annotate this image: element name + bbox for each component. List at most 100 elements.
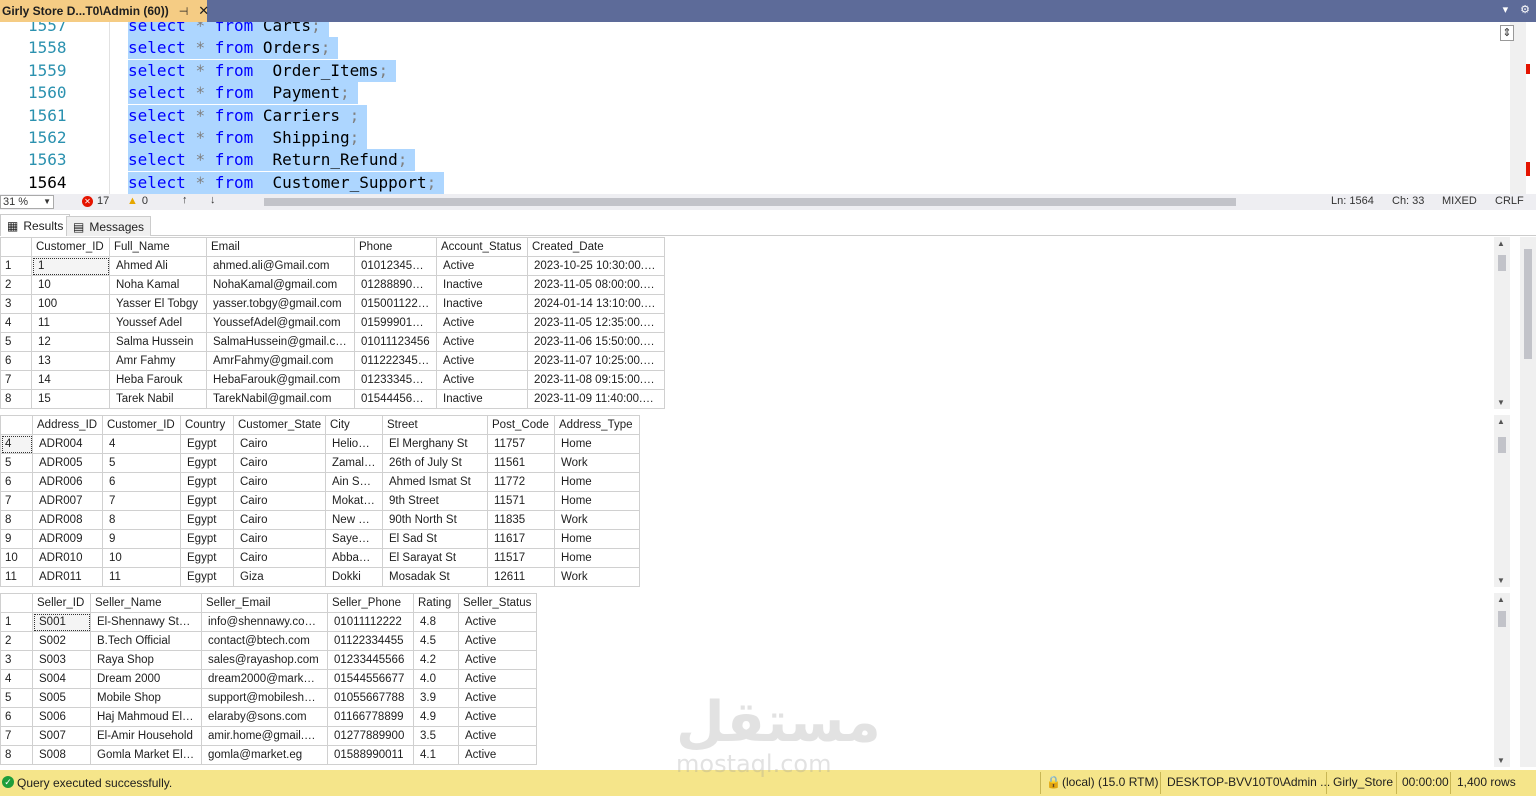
row-number[interactable]: 2 xyxy=(0,275,32,295)
chevron-down-icon[interactable]: ▼ xyxy=(1497,398,1505,407)
table-row[interactable]: 9 ADR009 9 Egypt Cairo Sayeda... El Sad St 1161… xyxy=(0,529,640,549)
column-header[interactable]: Customer_ID xyxy=(102,415,181,435)
row-number[interactable]: 6 xyxy=(0,472,33,492)
table-cell[interactable]: Active xyxy=(436,313,528,333)
row-number[interactable]: 4 xyxy=(0,313,32,333)
table-cell[interactable]: 11 xyxy=(102,567,181,587)
gear-icon[interactable]: ⚙ xyxy=(1520,3,1530,16)
table-row[interactable]: 5 12 Salma Hussein SalmaHussein@gmail.com 01… xyxy=(0,332,665,352)
results-pane-scrollbar[interactable] xyxy=(1520,237,1536,767)
query-tab[interactable]: Girly Store D...T0\Admin (60)) ⊣ ✕ xyxy=(0,0,209,22)
column-header[interactable]: Address_ID xyxy=(32,415,103,435)
table-cell[interactable]: 01233345678 xyxy=(354,370,437,390)
table-cell[interactable]: dream2000@market.c... xyxy=(201,669,328,689)
table-cell[interactable]: 12 xyxy=(31,332,110,352)
table-cell[interactable]: 01544456789 xyxy=(354,389,437,409)
result-grid-customers[interactable]: Customer_ID Full_Name Email Phone Account_St… xyxy=(0,237,1510,409)
row-number[interactable]: 1 xyxy=(0,256,32,276)
table-cell[interactable]: Home xyxy=(554,472,640,492)
warning-count[interactable]: ▲ 0 xyxy=(127,195,148,207)
table-cell[interactable]: 11757 xyxy=(487,434,555,454)
table-cell[interactable]: ahmed.ali@Gmail.com xyxy=(206,256,355,276)
table-row[interactable]: 10 ADR010 10 Egypt Cairo Abbase... El Sarayat … xyxy=(0,548,640,568)
table-cell[interactable]: 01500112200 xyxy=(354,294,437,314)
row-number[interactable]: 5 xyxy=(0,332,32,352)
table-row[interactable]: 6 S006 Haj Mahmoud El-... elaraby@sons.com 0… xyxy=(0,707,537,727)
table-cell[interactable]: S007 xyxy=(32,726,91,746)
column-header[interactable]: Email xyxy=(206,237,355,257)
table-cell[interactable]: 11517 xyxy=(487,548,555,568)
table-cell[interactable]: Active xyxy=(436,332,528,352)
table-cell[interactable]: 4.0 xyxy=(413,669,459,689)
table-cell[interactable]: ADR004 xyxy=(32,434,103,454)
row-number[interactable]: 3 xyxy=(0,294,32,314)
table-cell[interactable]: Dokki xyxy=(325,567,383,587)
table-cell[interactable]: 9 xyxy=(102,529,181,549)
table-cell[interactable]: Active xyxy=(458,745,537,765)
error-count[interactable]: ✕ 17 xyxy=(82,195,109,207)
table-cell[interactable]: Egypt xyxy=(180,491,234,511)
row-number[interactable]: 6 xyxy=(0,351,32,371)
row-number[interactable]: 6 xyxy=(0,707,33,727)
table-cell[interactable]: 2023-11-05 08:00:00.000 xyxy=(527,275,665,295)
table-cell[interactable]: Youssef Adel xyxy=(109,313,207,333)
table-cell[interactable]: Cairo xyxy=(233,510,326,530)
table-cell[interactable]: S006 xyxy=(32,707,91,727)
table-cell[interactable]: 4 xyxy=(102,434,181,454)
table-cell[interactable]: 2023-11-08 09:15:00.000 xyxy=(527,370,665,390)
table-cell[interactable]: Mobile Shop xyxy=(90,688,202,708)
table-row[interactable]: 4 S004 Dream 2000 dream2000@market.c... 0154… xyxy=(0,669,537,689)
column-header[interactable]: Seller_Phone xyxy=(327,593,414,613)
grid-vertical-scrollbar[interactable]: ▲ ▼ xyxy=(1494,593,1510,767)
table-cell[interactable]: Giza xyxy=(233,567,326,587)
table-cell[interactable]: Home xyxy=(554,529,640,549)
table-cell[interactable]: TarekNabil@gmail.com xyxy=(206,389,355,409)
table-cell[interactable]: 11571 xyxy=(487,491,555,511)
row-number[interactable]: 5 xyxy=(0,453,33,473)
result-grid-addresses[interactable]: Address_ID Customer_ID Country Customer_Sta… xyxy=(0,415,1510,587)
table-cell[interactable]: Egypt xyxy=(180,548,234,568)
table-cell[interactable]: 4.1 xyxy=(413,745,459,765)
row-number[interactable]: 11 xyxy=(0,567,33,587)
table-cell[interactable]: Cairo xyxy=(233,453,326,473)
editor-horizontal-scrollbar[interactable] xyxy=(254,197,1304,207)
scroll-thumb[interactable] xyxy=(1524,249,1532,359)
table-row[interactable]: 1 S001 El-Shennawy Stores info@shennawy.com… xyxy=(0,612,537,632)
table-cell[interactable]: Active xyxy=(436,351,528,371)
table-cell[interactable]: 01233445566 xyxy=(327,650,414,670)
table-cell[interactable]: gomla@market.eg xyxy=(201,745,328,765)
table-cell[interactable]: ADR008 xyxy=(32,510,103,530)
table-cell[interactable]: Active xyxy=(458,688,537,708)
table-row[interactable]: 5 S005 Mobile Shop support@mobileshop.eg 010… xyxy=(0,688,537,708)
scroll-thumb[interactable] xyxy=(1498,611,1506,627)
arrow-up-icon[interactable]: ↑ xyxy=(182,194,188,206)
table-row[interactable]: 11 ADR011 11 Egypt Giza Dokki Mosadak St 12611 W… xyxy=(0,567,640,587)
table-cell[interactable]: Active xyxy=(458,707,537,727)
table-cell[interactable]: info@shennawy.com.eg xyxy=(201,612,328,632)
table-cell[interactable]: Zamalek xyxy=(325,453,383,473)
table-cell[interactable]: 11617 xyxy=(487,529,555,549)
chevron-down-icon[interactable]: ▼ xyxy=(1497,756,1505,765)
table-cell[interactable]: 11772 xyxy=(487,472,555,492)
table-cell[interactable]: 2023-10-25 10:30:00.000 xyxy=(527,256,665,276)
table-cell[interactable]: 01012345678 xyxy=(354,256,437,276)
code-line[interactable]: select * from Orders; xyxy=(128,37,339,60)
column-header[interactable]: City xyxy=(325,415,383,435)
table-cell[interactable]: B.Tech Official xyxy=(90,631,202,651)
grid-vertical-scrollbar[interactable]: ▲ ▼ xyxy=(1494,237,1510,409)
column-header[interactable]: Seller_Status xyxy=(458,593,537,613)
column-header[interactable]: Seller_ID xyxy=(32,593,91,613)
table-cell[interactable]: Ahmed Ismat St xyxy=(382,472,488,492)
table-cell[interactable]: Heba Farouk xyxy=(109,370,207,390)
table-cell[interactable]: Egypt xyxy=(180,453,234,473)
arrow-down-icon[interactable]: ↓ xyxy=(210,194,216,206)
editor-vertical-scrollbar[interactable]: ⇕ xyxy=(1500,22,1526,194)
table-cell[interactable]: Egypt xyxy=(180,529,234,549)
table-cell[interactable]: 7 xyxy=(102,491,181,511)
grid-corner[interactable] xyxy=(0,593,33,613)
table-cell[interactable]: 01011123456 xyxy=(354,332,437,352)
result-grid-sellers[interactable]: Seller_ID Seller_Name Seller_Email Seller_P… xyxy=(0,593,1510,767)
column-header[interactable]: Seller_Name xyxy=(90,593,202,613)
table-cell[interactable]: 2023-11-05 12:35:00.000 xyxy=(527,313,665,333)
table-cell[interactable]: amir.home@gmail.com xyxy=(201,726,328,746)
